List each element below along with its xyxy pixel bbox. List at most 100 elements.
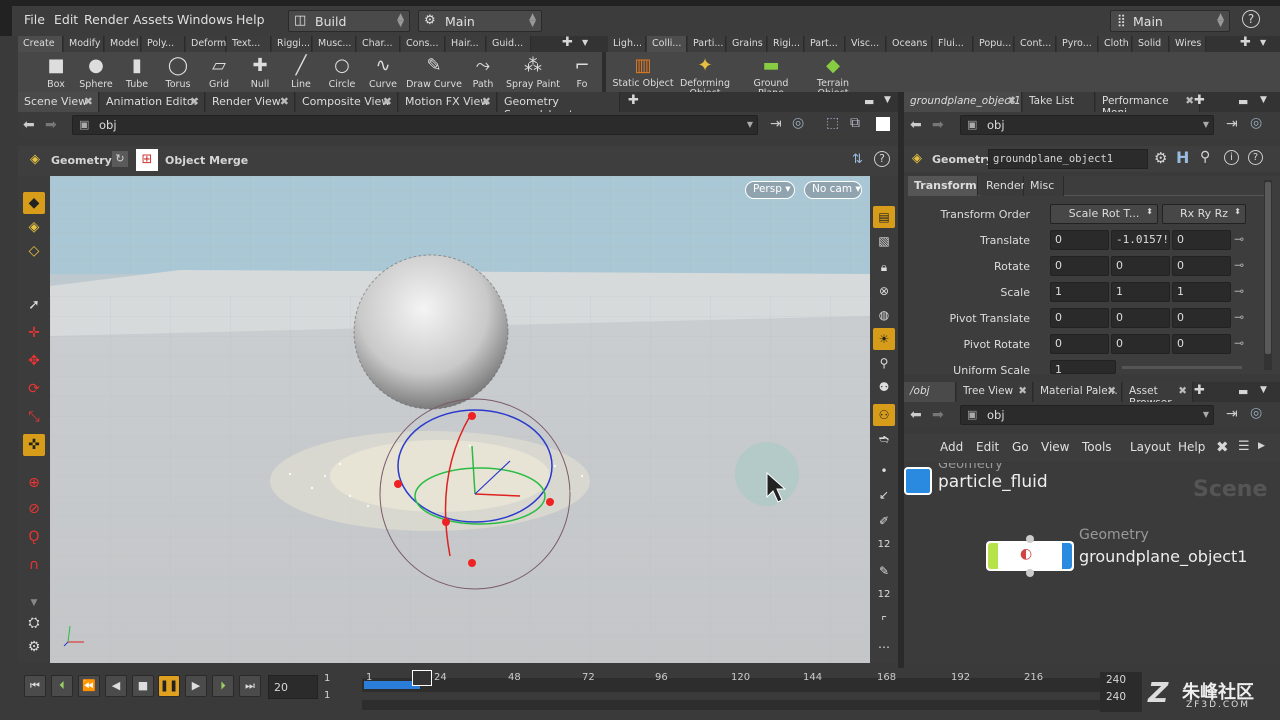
chevron-right-icon[interactable]: ▶ <box>1258 441 1265 451</box>
paint-icon[interactable]: ⛭ <box>23 612 45 634</box>
scene-viewport[interactable]: Persp ▾ No cam ▾ <box>50 176 870 663</box>
param-field[interactable]: 1 <box>1111 282 1170 302</box>
pane-tab[interactable]: Take List <box>1023 92 1095 112</box>
shelf-tab[interactable]: Deform <box>186 36 226 52</box>
camera-select-button[interactable]: No cam ▾ <box>804 181 862 199</box>
menu-assets[interactable]: Assets <box>133 12 174 27</box>
pin-icon[interactable]: ⇥ <box>1226 116 1238 132</box>
shelf-tab[interactable]: Wires <box>1170 36 1206 52</box>
maximize-icon[interactable]: ▬ <box>1238 385 1248 398</box>
shelf-tab[interactable]: Visc... <box>846 36 886 52</box>
close-icon[interactable]: ✖ <box>482 95 491 108</box>
param-field[interactable]: 0 <box>1111 334 1170 354</box>
pause-button[interactable]: ❚❚ <box>158 675 180 697</box>
uniform-scale-slider[interactable] <box>1122 366 1242 369</box>
scrollbar[interactable] <box>1264 180 1272 370</box>
camera-persp-button[interactable]: Persp ▾ <box>745 181 795 199</box>
context-dropdown[interactable]: ⚙ Main ▲ ▼ <box>418 10 542 32</box>
node-groundplane[interactable]: ◐ <box>986 535 1074 577</box>
close-icon[interactable]: ✖ <box>1185 95 1194 107</box>
snap-icon[interactable]: Ǫ <box>23 526 45 548</box>
menu-help[interactable]: Help <box>236 12 265 27</box>
bone-icon[interactable]: ⚉ <box>873 376 895 398</box>
param-field[interactable]: 0 <box>1111 256 1170 276</box>
next-key-button[interactable]: ⏵ <box>212 675 234 697</box>
step-back-button[interactable]: ⏪ <box>78 675 100 697</box>
settings-icon[interactable]: ⚙ <box>23 636 45 658</box>
shelf-tab[interactable]: Create <box>18 36 63 52</box>
shelf-tab[interactable]: Rigi... <box>768 36 804 52</box>
chevron-down-icon[interactable]: ▼ <box>1260 95 1267 105</box>
pane-tab[interactable]: /obj <box>904 382 956 402</box>
select-icon[interactable]: ✛ <box>23 322 45 344</box>
pane-tab[interactable]: Performance Moni...✖ <box>1096 92 1200 119</box>
param-tab-render[interactable]: Render <box>980 176 1025 196</box>
brush-icon[interactable]: ✎ <box>873 560 895 582</box>
close-icon[interactable]: ✖ <box>1107 385 1116 397</box>
node-name-field[interactable]: groundplane_object1 <box>988 149 1148 169</box>
param-field[interactable]: 1 <box>1050 282 1109 302</box>
geometry-mode-icon[interactable]: ◇ <box>23 240 45 262</box>
start-frame-2[interactable]: 1 <box>324 690 330 701</box>
shelf-tab[interactable]: Model <box>105 36 141 52</box>
channel-icon[interactable]: ⊸ <box>1234 284 1244 298</box>
shelf-tab[interactable]: Oceans <box>887 36 932 52</box>
edit-icon[interactable]: ✐ <box>873 510 895 532</box>
normals-icon[interactable]: ↙ <box>873 484 895 506</box>
numbers-icon[interactable]: 12 <box>873 534 895 556</box>
channel-icon[interactable]: ⊸ <box>1234 310 1244 324</box>
param-field[interactable]: 0 <box>1050 230 1109 250</box>
end-frame-box[interactable]: 240 240 <box>1100 672 1142 712</box>
pane-tab[interactable]: Tree View ✖ <box>957 382 1033 402</box>
shelf-tab[interactable]: Char... <box>357 36 400 52</box>
channel-icon[interactable]: ⊸ <box>1234 336 1244 350</box>
right-desktop-dropdown[interactable]: ⣿ Main ▲ ▼ <box>1110 10 1230 32</box>
param-field[interactable]: 0 <box>1172 256 1231 276</box>
shelf-tab[interactable]: Part... <box>805 36 845 52</box>
pane-tab[interactable]: groundplane_object1 ✖ <box>904 92 1022 112</box>
chevron-down-icon[interactable]: ▼ <box>582 38 588 47</box>
display-options-icon[interactable]: ⧉ <box>850 115 860 131</box>
prev-key-button[interactable]: ⏴ <box>51 675 73 697</box>
menu-windows[interactable]: Windows <box>177 12 233 27</box>
first-frame-button[interactable]: ⏮ <box>24 675 46 697</box>
more-icon[interactable]: ⋯ <box>873 636 895 658</box>
uniform-scale-field[interactable]: 1 <box>1050 360 1116 374</box>
rotate-order-dropdown[interactable]: Rx Ry Rz ⬍ <box>1162 204 1246 224</box>
handles-icon[interactable]: ⇅ <box>852 152 863 167</box>
pane-tab[interactable]: Geometry Spreadsheet <box>498 92 620 121</box>
camera-icon[interactable]: ⚇ <box>873 404 895 426</box>
shelf-tab[interactable]: Guid... <box>487 36 531 52</box>
chevron-down-icon[interactable]: ▼ <box>23 592 45 614</box>
param-field[interactable]: 0 <box>1172 308 1231 328</box>
back-arrow-icon[interactable]: ⬅ <box>910 407 922 423</box>
corner-icon[interactable]: ⌜ <box>873 610 895 632</box>
maximize-icon[interactable]: ▬ <box>864 95 874 108</box>
param-tab-misc[interactable]: Misc <box>1024 176 1064 196</box>
lock-toggle-icon[interactable]: ↻ <box>112 151 128 167</box>
add-tab-icon[interactable]: ✚ <box>1194 93 1205 108</box>
net-menu-layout[interactable]: Layout <box>1130 440 1171 454</box>
pane-tab[interactable]: Motion FX View ✖ <box>399 92 497 112</box>
param-field[interactable]: 0 <box>1050 308 1109 328</box>
shelf-tab[interactable]: Poly... <box>142 36 185 52</box>
help-icon[interactable]: ? <box>1248 150 1263 165</box>
net-menu-view[interactable]: View <box>1041 440 1069 454</box>
close-icon[interactable]: ✖ <box>1018 385 1027 397</box>
help-h-icon[interactable]: H <box>1176 148 1189 167</box>
close-icon[interactable]: ✖ <box>190 95 199 108</box>
list-icon[interactable]: ☰ <box>1238 439 1250 454</box>
current-frame-field[interactable]: 20 <box>268 675 318 699</box>
shelf-tab[interactable]: Grains <box>727 36 767 52</box>
range-slider[interactable] <box>362 700 1100 710</box>
shelf-tool-curve[interactable]: ∿ Curve <box>359 54 407 90</box>
ground-icon[interactable]: ▤ <box>873 206 895 228</box>
shelf-tab[interactable]: Solid <box>1133 36 1169 52</box>
chevron-down-icon[interactable]: ▼ <box>1260 38 1266 47</box>
param-field[interactable]: 0 <box>1050 256 1109 276</box>
menu-edit[interactable]: Edit <box>54 12 78 27</box>
shelf-tab[interactable]: Musc... <box>313 36 356 52</box>
add-tab-icon[interactable]: ✚ <box>1194 383 1205 398</box>
add-tab-icon[interactable]: ✚ <box>1240 36 1251 50</box>
rotate-icon[interactable]: ⟳ <box>23 378 45 400</box>
